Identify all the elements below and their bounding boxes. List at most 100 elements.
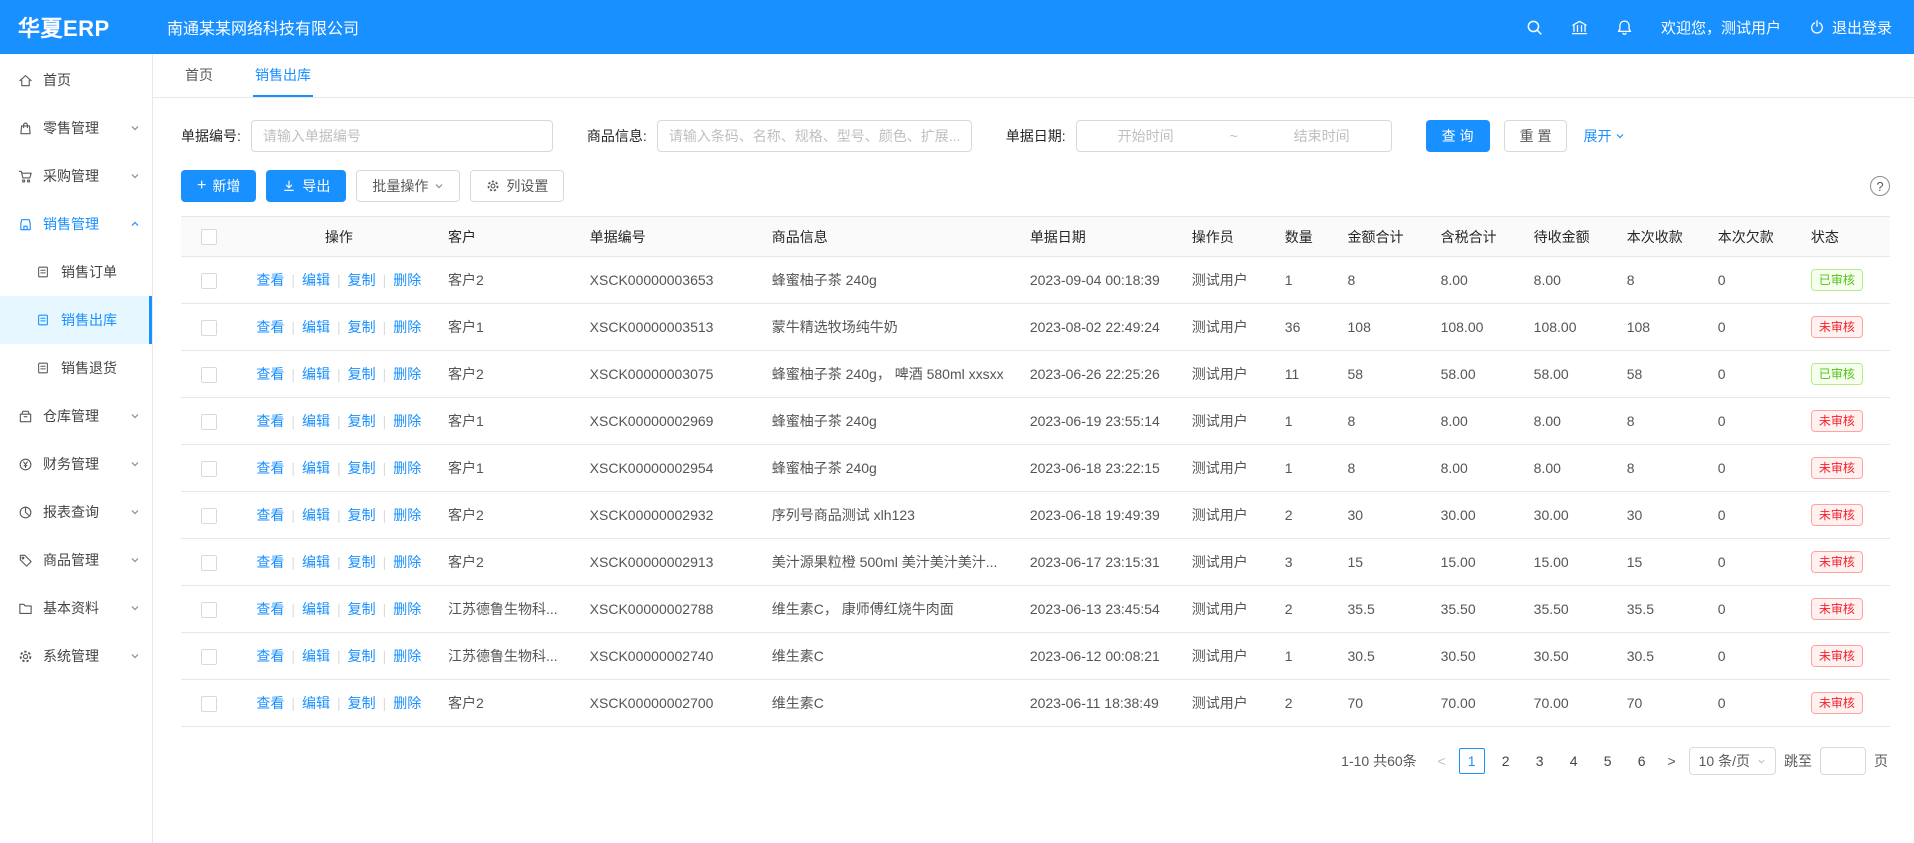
column-settings-button[interactable]: 列设置	[470, 170, 564, 202]
row-checkbox[interactable]	[201, 320, 217, 336]
jump-page-input[interactable]	[1820, 747, 1866, 775]
row-checkbox[interactable]	[201, 555, 217, 571]
view-link[interactable]: 查看	[256, 507, 284, 523]
delete-link[interactable]: 删除	[393, 695, 421, 711]
edit-link[interactable]: 编辑	[302, 507, 330, 523]
doc-no-input[interactable]	[251, 120, 553, 152]
copy-link[interactable]: 复制	[348, 507, 376, 523]
product-input[interactable]	[657, 120, 972, 152]
delete-link[interactable]: 删除	[393, 272, 421, 288]
sidebar-item-finance[interactable]: 财务管理	[0, 440, 152, 488]
row-checkbox[interactable]	[201, 696, 217, 712]
logout-button[interactable]: 退出登录	[1809, 17, 1892, 38]
doc-no-cell: XSCK00000002740	[582, 633, 764, 680]
copy-link[interactable]: 复制	[348, 366, 376, 382]
topbar: 华夏ERP 南通某某网络科技有限公司 欢迎您，测试用户 退出登录	[0, 0, 1914, 54]
delete-link[interactable]: 删除	[393, 601, 421, 617]
row-checkbox[interactable]	[201, 414, 217, 430]
search-button[interactable]: 查 询	[1426, 120, 1490, 152]
row-checkbox[interactable]	[201, 367, 217, 383]
delete-link[interactable]: 删除	[393, 507, 421, 523]
status-badge: 未审核	[1811, 316, 1863, 338]
view-link[interactable]: 查看	[256, 272, 284, 288]
bank-icon[interactable]	[1571, 19, 1588, 36]
copy-link[interactable]: 复制	[348, 413, 376, 429]
delete-link[interactable]: 删除	[393, 319, 421, 335]
row-checkbox[interactable]	[201, 602, 217, 618]
copy-link[interactable]: 复制	[348, 648, 376, 664]
search-icon[interactable]	[1526, 19, 1543, 36]
delete-link[interactable]: 删除	[393, 366, 421, 382]
copy-link[interactable]: 复制	[348, 601, 376, 617]
copy-link[interactable]: 复制	[348, 319, 376, 335]
view-link[interactable]: 查看	[256, 601, 284, 617]
edit-link[interactable]: 编辑	[302, 601, 330, 617]
sidebar-item-sales-return[interactable]: 销售退货	[0, 344, 152, 392]
date-range-picker[interactable]: ~	[1076, 120, 1392, 152]
batch-actions-button[interactable]: 批量操作	[356, 170, 460, 202]
row-checkbox[interactable]	[201, 273, 217, 289]
edit-link[interactable]: 编辑	[302, 413, 330, 429]
tab-bar: 首页 销售出库	[153, 54, 1914, 98]
edit-link[interactable]: 编辑	[302, 366, 330, 382]
sidebar-item-warehouse[interactable]: 仓库管理	[0, 392, 152, 440]
view-link[interactable]: 查看	[256, 460, 284, 476]
page-button-1[interactable]: 1	[1459, 748, 1485, 774]
delete-link[interactable]: 删除	[393, 413, 421, 429]
page-button-2[interactable]: 2	[1493, 748, 1519, 774]
delete-link[interactable]: 删除	[393, 554, 421, 570]
tab-sales-outbound[interactable]: 销售出库	[253, 54, 313, 97]
page-button-6[interactable]: 6	[1629, 748, 1655, 774]
tab-home[interactable]: 首页	[183, 54, 215, 97]
add-button[interactable]: + 新增	[181, 170, 256, 202]
view-link[interactable]: 查看	[256, 366, 284, 382]
sidebar-item-report[interactable]: 报表查询	[0, 488, 152, 536]
page-button-3[interactable]: 3	[1527, 748, 1553, 774]
view-link[interactable]: 查看	[256, 319, 284, 335]
sidebar-item-home[interactable]: 首页	[0, 56, 152, 104]
edit-link[interactable]: 编辑	[302, 272, 330, 288]
sidebar-item-basedata[interactable]: 基本资料	[0, 584, 152, 632]
copy-link[interactable]: 复制	[348, 554, 376, 570]
prev-page-button[interactable]: <	[1433, 753, 1451, 769]
delete-link[interactable]: 删除	[393, 460, 421, 476]
sidebar-item-retail[interactable]: 零售管理	[0, 104, 152, 152]
copy-link[interactable]: 复制	[348, 695, 376, 711]
page-size-select[interactable]: 10 条/页	[1689, 747, 1776, 775]
row-checkbox[interactable]	[201, 508, 217, 524]
edit-link[interactable]: 编辑	[302, 554, 330, 570]
export-button[interactable]: 导出	[266, 170, 346, 202]
copy-link[interactable]: 复制	[348, 272, 376, 288]
action-separator: |	[291, 319, 295, 335]
sidebar-item-sales-outbound[interactable]: 销售出库	[0, 296, 152, 344]
sidebar-item-system[interactable]: 系统管理	[0, 632, 152, 680]
view-link[interactable]: 查看	[256, 695, 284, 711]
view-link[interactable]: 查看	[256, 413, 284, 429]
copy-link[interactable]: 复制	[348, 460, 376, 476]
select-all-checkbox[interactable]	[201, 229, 217, 245]
sidebar-item-purchase[interactable]: 采购管理	[0, 152, 152, 200]
sidebar-item-sales[interactable]: 销售管理	[0, 200, 152, 248]
date-end-input[interactable]	[1259, 128, 1385, 144]
edit-link[interactable]: 编辑	[302, 460, 330, 476]
sidebar-item-goods[interactable]: 商品管理	[0, 536, 152, 584]
row-checkbox[interactable]	[201, 461, 217, 477]
next-page-button[interactable]: >	[1663, 753, 1681, 769]
page-button-5[interactable]: 5	[1595, 748, 1621, 774]
customer-cell: 客户1	[440, 398, 582, 445]
edit-link[interactable]: 编辑	[302, 695, 330, 711]
help-icon[interactable]: ?	[1870, 176, 1890, 196]
expand-link[interactable]: 展开	[1583, 126, 1625, 146]
view-link[interactable]: 查看	[256, 648, 284, 664]
page-button-4[interactable]: 4	[1561, 748, 1587, 774]
view-link[interactable]: 查看	[256, 554, 284, 570]
row-checkbox[interactable]	[201, 649, 217, 665]
reset-button[interactable]: 重 置	[1504, 120, 1568, 152]
date-start-input[interactable]	[1083, 128, 1209, 144]
sidebar-item-sales-order[interactable]: 销售订单	[0, 248, 152, 296]
edit-link[interactable]: 编辑	[302, 648, 330, 664]
edit-link[interactable]: 编辑	[302, 319, 330, 335]
bell-icon[interactable]	[1616, 19, 1633, 36]
delete-link[interactable]: 删除	[393, 648, 421, 664]
amount-tax-cell: 30.00	[1433, 492, 1526, 539]
